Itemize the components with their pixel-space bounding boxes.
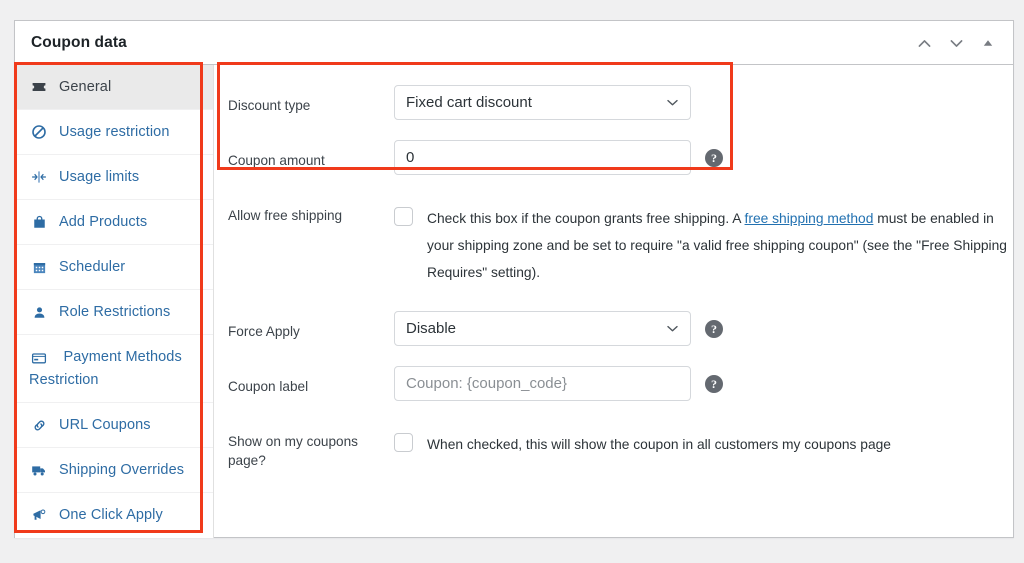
calendar-icon	[29, 256, 49, 278]
force-apply-row: Force Apply Disable ?	[214, 286, 1013, 350]
sidebar-item-usage-restriction[interactable]: Usage restriction	[15, 110, 213, 155]
sidebar-item-one-click-apply[interactable]: One Click Apply	[15, 493, 213, 537]
ticket-icon	[29, 76, 49, 98]
sidebar-item-shipping-overrides[interactable]: Shipping Overrides	[15, 448, 213, 493]
sidebar-item-label: URL Coupons	[59, 417, 151, 433]
sidebar-item-label: One Click Apply	[59, 507, 163, 523]
sidebar-item-scheduler[interactable]: Scheduler	[15, 245, 213, 290]
allow-free-shipping-label: Allow free shipping	[228, 208, 343, 223]
sidebar-item-label: Usage restriction	[59, 124, 170, 140]
coupon-amount-label: Coupon amount	[228, 153, 325, 168]
panel-header-actions	[909, 21, 1003, 65]
compress-icon	[29, 166, 49, 188]
sidebar-item-payment-methods-restriction[interactable]: Payment Methods Restriction	[15, 335, 213, 403]
sidebar-item-label: Role Restrictions	[59, 304, 171, 320]
sidebar-item-add-products[interactable]: Add Products	[15, 200, 213, 245]
toggle-panel-button[interactable]	[973, 26, 1003, 60]
page-title: Coupon data	[31, 33, 127, 51]
megaphone-icon	[29, 504, 49, 526]
free-shipping-method-link[interactable]: free shipping method	[745, 211, 874, 226]
force-apply-label: Force Apply	[228, 324, 300, 339]
coupon-amount-input[interactable]	[394, 140, 691, 175]
discount-type-select[interactable]: Fixed cart discount	[394, 85, 691, 120]
discount-type-row: Discount type Fixed cart discount	[214, 65, 1013, 124]
block-icon	[29, 121, 49, 143]
panel-header: Coupon data	[15, 21, 1013, 65]
sidebar-item-role-restrictions[interactable]: Role Restrictions	[15, 290, 213, 335]
force-apply-select[interactable]: Disable	[394, 311, 691, 346]
sidebar-item-usage-limits[interactable]: Usage limits	[15, 155, 213, 200]
discount-type-label: Discount type	[228, 98, 311, 113]
show-on-my-coupons-description: When checked, this will show the coupon …	[427, 437, 891, 452]
sidebar-item-label: Payment Methods Restriction	[29, 349, 182, 388]
allow-free-shipping-row: Allow free shipping Check this box if th…	[214, 179, 1013, 286]
coupon-data-tabs: General Usage restriction Usage limits A…	[15, 65, 214, 538]
truck-icon	[29, 459, 49, 481]
coupon-amount-row: Coupon amount ?	[214, 124, 1013, 179]
sidebar-item-label: General	[59, 79, 112, 95]
general-tab-panel: Discount type Fixed cart discount Coupon…	[214, 65, 1013, 538]
chevron-down-icon	[950, 39, 962, 47]
coupon-label-label: Coupon label	[228, 379, 309, 394]
force-apply-help-icon[interactable]: ?	[705, 320, 723, 338]
sidebar-item-url-coupons[interactable]: URL Coupons	[15, 403, 213, 448]
show-on-my-coupons-checkbox[interactable]	[394, 433, 413, 452]
move-up-button[interactable]	[909, 26, 939, 60]
credit-card-icon	[29, 347, 49, 369]
chevron-up-icon	[918, 39, 930, 47]
show-on-my-coupons-row: Show on my coupons page? When checked, t…	[214, 405, 1013, 470]
sidebar-item-label: Add Products	[59, 214, 148, 230]
panel-body: General Usage restriction Usage limits A…	[15, 65, 1013, 538]
coupon-label-input[interactable]	[394, 366, 691, 401]
triangle-up-icon	[983, 40, 993, 46]
allow-free-shipping-description: Check this box if the coupon grants free…	[427, 205, 1007, 286]
user-icon	[29, 301, 49, 323]
coupon-label-help-icon[interactable]: ?	[705, 375, 723, 393]
coupon-data-panel: Coupon data General Usage restriction Us…	[14, 20, 1014, 538]
bag-icon	[29, 211, 49, 233]
screen: Coupon data General Usage restriction Us…	[0, 0, 1024, 563]
link-icon	[29, 414, 49, 436]
sidebar-item-general[interactable]: General	[15, 65, 213, 110]
sidebar-item-label: Scheduler	[59, 259, 126, 275]
coupon-label-row: Coupon label ?	[214, 350, 1013, 405]
show-on-my-coupons-label: Show on my coupons page?	[228, 434, 358, 468]
sidebar-item-label: Usage limits	[59, 169, 140, 185]
sidebar-item-label: Shipping Overrides	[59, 462, 185, 478]
desc-text-before: Check this box if the coupon grants free…	[427, 211, 745, 226]
move-down-button[interactable]	[941, 26, 971, 60]
allow-free-shipping-checkbox[interactable]	[394, 207, 413, 226]
coupon-amount-help-icon[interactable]: ?	[705, 149, 723, 167]
